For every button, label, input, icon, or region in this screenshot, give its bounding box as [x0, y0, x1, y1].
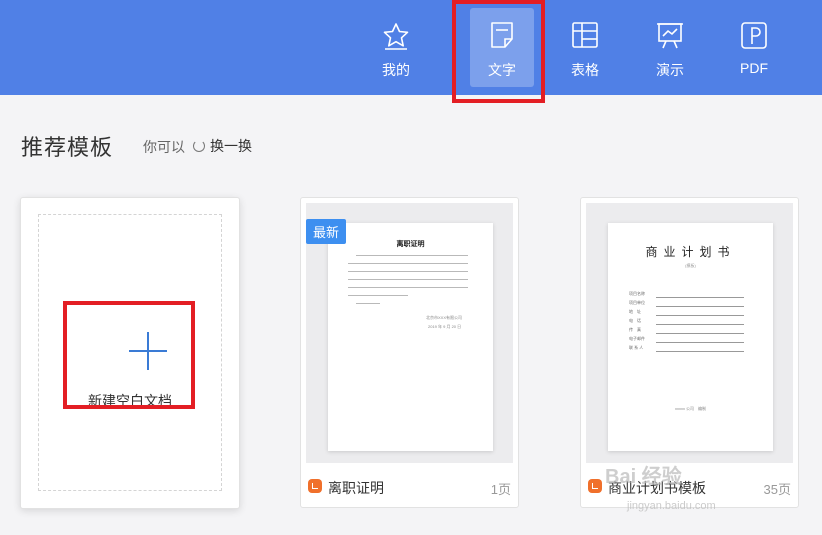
preview-doc-title: 商业计划书	[645, 245, 736, 259]
preview-footer: xxxxx 公司 编制	[674, 406, 707, 411]
document-preview: 商业计划书 (模板) 项目名称 项目单位 地 址 电 话 传 真 电子邮件 联 …	[608, 223, 773, 451]
plus-icon-vertical	[147, 332, 149, 370]
preview-date: 2019 年 9 月 20 日	[428, 324, 462, 329]
refresh-icon	[193, 140, 205, 152]
preview-text-line	[348, 279, 468, 280]
table-icon	[572, 22, 598, 48]
watermark-url: jingyan.baidu.com	[627, 500, 716, 512]
new-blank-document-card[interactable]: 新建空白文档	[20, 197, 240, 509]
refresh-button[interactable]: 换一换	[193, 136, 252, 156]
tab-presentation[interactable]: 演示	[638, 0, 702, 95]
tab-label: 演示	[656, 62, 684, 78]
template-page-count: 35页	[763, 482, 791, 497]
tab-pdf[interactable]: PDF	[722, 0, 786, 95]
watermark-brand: Bai 经验	[605, 466, 682, 488]
tab-label: 我的	[382, 62, 410, 78]
tab-label: PDF	[740, 60, 768, 76]
preview-field-row: 项目单位	[629, 300, 744, 308]
tab-label: 文字	[488, 62, 516, 78]
wps-writer-icon	[308, 479, 322, 493]
template-thumbnail: 离职证明 北京市XXX有限公司 2019 年 9 月 20 日 最新	[306, 203, 513, 463]
preview-text-line	[348, 295, 408, 296]
preview-text-line	[348, 263, 468, 264]
document-icon	[491, 22, 513, 48]
preview-field-row: 电子邮件	[629, 336, 744, 344]
preview-text-line	[348, 271, 468, 272]
wps-writer-icon	[588, 479, 602, 493]
presentation-icon	[657, 23, 683, 49]
preview-text-line	[348, 287, 468, 288]
preview-text-line	[356, 303, 380, 304]
top-nav-bar: 我的 文字 表格 演示 PDF	[0, 0, 822, 95]
section-title: 推荐模板	[21, 135, 114, 160]
star-icon	[383, 23, 409, 50]
pdf-icon	[741, 22, 767, 49]
tab-writer[interactable]: 文字	[470, 0, 534, 95]
template-thumbnail: 商业计划书 (模板) 项目名称 项目单位 地 址 电 话 传 真 电子邮件 联 …	[586, 203, 793, 463]
refresh-label: 换一换	[210, 138, 252, 154]
dashed-frame: 新建空白文档	[38, 214, 222, 491]
tab-label: 表格	[571, 62, 599, 78]
preview-field-row: 传 真	[629, 327, 744, 335]
section-hint: 你可以	[143, 139, 185, 155]
template-page-count: 1页	[490, 482, 511, 497]
new-blank-document-label: 新建空白文档	[88, 393, 172, 409]
preview-field-row: 电 话	[629, 318, 744, 326]
preview-field-row: 项目名称	[629, 291, 744, 299]
template-name: 离职证明	[328, 480, 384, 496]
new-badge: 最新	[306, 219, 347, 244]
preview-field-row: 地 址	[629, 309, 744, 317]
template-footer: 离职证明 1页	[301, 467, 518, 507]
preview-field-row: 联 系 人	[629, 345, 744, 353]
tab-spreadsheet[interactable]: 表格	[553, 0, 617, 95]
preview-doc-title: 离职证明	[396, 241, 425, 248]
tab-mine[interactable]: 我的	[364, 0, 428, 95]
document-preview: 离职证明 北京市XXX有限公司 2019 年 9 月 20 日	[328, 223, 493, 451]
preview-company: 北京市XXX有限公司	[426, 315, 463, 320]
preview-text-line	[356, 255, 468, 256]
preview-doc-subtitle: (模板)	[685, 263, 696, 268]
template-card-resignation[interactable]: 离职证明 北京市XXX有限公司 2019 年 9 月 20 日 最新 离职证明 …	[300, 197, 519, 508]
